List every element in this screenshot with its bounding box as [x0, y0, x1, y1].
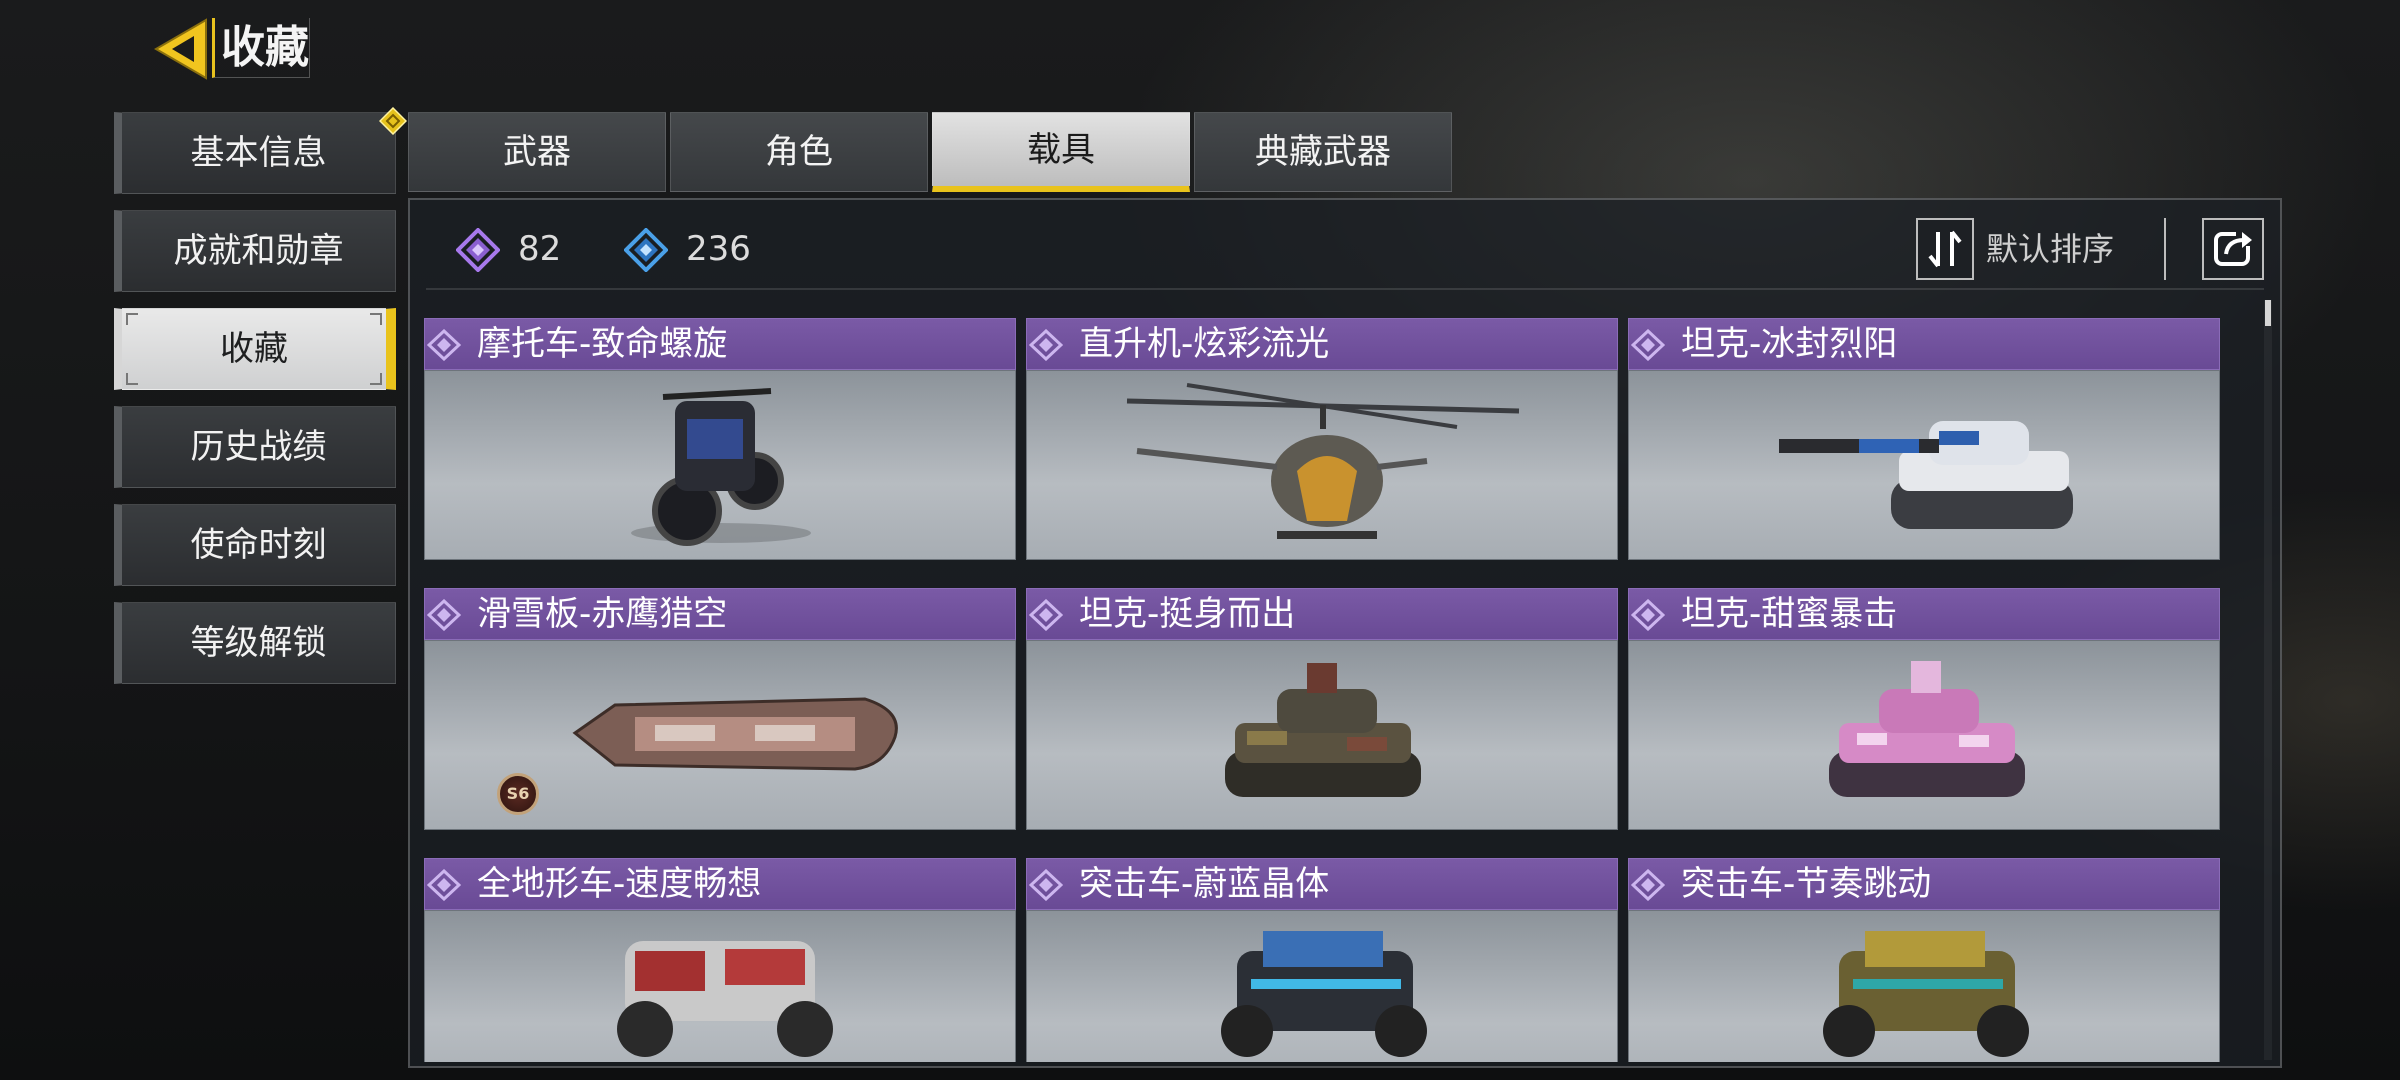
sidebar-item-label: 使命时刻 — [190, 525, 327, 565]
card-header: 滑雪板-赤鹰猎空 — [424, 588, 1016, 640]
tab-characters[interactable]: 角色 — [670, 112, 928, 192]
corner-decoration — [126, 373, 138, 385]
rarity-diamond-icon — [1029, 869, 1063, 901]
card-header: 直升机-炫彩流光 — [1026, 318, 1618, 370]
card-name: 全地形车-速度畅想 — [477, 864, 762, 904]
purple-count-value: 82 — [518, 229, 562, 269]
vehicle-card[interactable]: 坦克-挺身而出 — [1026, 588, 1618, 830]
season-badge: S6 — [497, 773, 539, 815]
blue-count: 236 — [624, 224, 794, 274]
tab-weapons[interactable]: 武器 — [408, 112, 666, 192]
tab-label: 武器 — [503, 132, 571, 172]
page-title: 收藏 — [212, 18, 310, 78]
helicopter-icon — [1126, 383, 1520, 539]
scrollbar[interactable] — [2264, 300, 2272, 1060]
atv-icon — [617, 941, 833, 1057]
card-name: 坦克-甜蜜暴击 — [1681, 594, 1898, 634]
card-header: 全地形车-速度畅想 — [424, 858, 1016, 910]
rarity-diamond-icon — [427, 869, 461, 901]
vehicle-card[interactable]: 直升机-炫彩流光 — [1026, 318, 1618, 560]
card-name: 摩托车-致命螺旋 — [477, 324, 728, 364]
card-name: 滑雪板-赤鹰猎空 — [477, 594, 728, 634]
card-image — [1628, 640, 2220, 830]
card-header: 突击车-蔚蓝晶体 — [1026, 858, 1618, 910]
card-image: S6 — [424, 640, 1016, 830]
back-button[interactable] — [148, 14, 220, 84]
panel-header: 82 236 默认排序 — [426, 210, 2264, 290]
rarity-diamond-icon — [1631, 599, 1665, 631]
sidebar-item-achievements[interactable]: 成就和勋章 — [114, 210, 396, 292]
sidebar-item-label: 基本信息 — [190, 133, 327, 173]
sidebar-item-label: 等级解锁 — [190, 623, 327, 663]
tab-vehicles[interactable]: 载具 — [932, 112, 1190, 192]
rarity-diamond-icon — [1631, 329, 1665, 361]
tab-label: 典藏武器 — [1255, 132, 1391, 172]
sidebar-item-moments[interactable]: 使命时刻 — [114, 504, 396, 586]
assault-car-icon — [1823, 931, 2029, 1057]
tank-icon — [1829, 661, 2025, 797]
corner-decoration — [370, 373, 382, 385]
sidebar-item-level-unlock[interactable]: 等级解锁 — [114, 602, 396, 684]
scroll-thumb[interactable] — [2265, 300, 2271, 326]
back-arrow-icon — [154, 18, 207, 80]
card-image — [424, 910, 1016, 1062]
card-image — [1628, 910, 2220, 1062]
tab-legendary-weapons[interactable]: 典藏武器 — [1194, 112, 1452, 192]
vehicle-card[interactable]: 摩托车-致命螺旋 — [424, 318, 1016, 560]
motorcycle-icon — [631, 388, 811, 546]
rarity-diamond-icon — [1029, 599, 1063, 631]
share-icon — [2214, 228, 2254, 266]
purple-diamond-icon — [456, 228, 500, 272]
share-button[interactable] — [2202, 218, 2264, 280]
tab-label: 角色 — [765, 132, 833, 172]
card-header: 坦克-冰封烈阳 — [1628, 318, 2220, 370]
card-header: 突击车-节奏跳动 — [1628, 858, 2220, 910]
vehicle-card[interactable]: 全地形车-速度畅想 — [424, 858, 1016, 1062]
tab-label: 载具 — [1027, 130, 1095, 170]
card-header: 坦克-甜蜜暴击 — [1628, 588, 2220, 640]
card-name: 坦克-挺身而出 — [1079, 594, 1296, 634]
sidebar-item-basic-info[interactable]: 基本信息 — [114, 107, 407, 194]
new-diamond-icon — [379, 107, 407, 135]
collection-panel: 82 236 默认排序 摩托车-致命螺旋 直升机-炫彩流光 坦克-冰封烈阳 滑雪… — [408, 198, 2282, 1068]
sort-label[interactable]: 默认排序 — [1986, 218, 2166, 280]
card-header: 摩托车-致命螺旋 — [424, 318, 1016, 370]
assault-car-icon — [1221, 931, 1427, 1057]
sidebar-item-history[interactable]: 历史战绩 — [114, 406, 396, 488]
sidebar-item-label: 收藏 — [220, 329, 288, 369]
card-name: 坦克-冰封烈阳 — [1681, 324, 1898, 364]
card-image — [1026, 370, 1618, 560]
sort-toggle-button[interactable] — [1916, 218, 1974, 280]
vehicle-card[interactable]: 突击车-蔚蓝晶体 — [1026, 858, 1618, 1062]
purple-count: 82 — [456, 224, 606, 274]
card-image — [1026, 640, 1618, 830]
vehicle-card[interactable]: 突击车-节奏跳动 — [1628, 858, 2220, 1062]
corner-decoration — [370, 313, 382, 325]
card-name: 直升机-炫彩流光 — [1079, 324, 1330, 364]
vehicle-grid: 摩托车-致命螺旋 直升机-炫彩流光 坦克-冰封烈阳 滑雪板-赤鹰猎空 S6 坦克… — [424, 318, 2220, 1062]
blue-diamond-icon — [624, 228, 668, 272]
rarity-diamond-icon — [1029, 329, 1063, 361]
rarity-diamond-icon — [427, 329, 461, 361]
vehicle-card[interactable]: 坦克-甜蜜暴击 — [1628, 588, 2220, 830]
sidebar-item-collection[interactable]: 收藏 — [114, 308, 396, 390]
tank-icon — [1225, 663, 1421, 797]
sidebar-item-label: 历史战绩 — [190, 427, 327, 467]
card-name: 突击车-节奏跳动 — [1681, 864, 1932, 904]
card-name: 突击车-蔚蓝晶体 — [1079, 864, 1330, 904]
blue-count-value: 236 — [686, 229, 751, 269]
tank-icon — [1779, 421, 2073, 529]
card-image — [424, 370, 1016, 560]
card-image — [1026, 910, 1618, 1062]
rarity-diamond-icon — [427, 599, 461, 631]
vehicle-card[interactable]: 滑雪板-赤鹰猎空 S6 — [424, 588, 1016, 830]
sidebar-item-label: 成就和勋章 — [173, 231, 344, 271]
vehicle-card[interactable]: 坦克-冰封烈阳 — [1628, 318, 2220, 560]
card-header: 坦克-挺身而出 — [1026, 588, 1618, 640]
rarity-diamond-icon — [1631, 869, 1665, 901]
card-image — [1628, 370, 2220, 560]
corner-decoration — [126, 313, 138, 325]
sort-arrows-icon — [1928, 230, 1962, 268]
